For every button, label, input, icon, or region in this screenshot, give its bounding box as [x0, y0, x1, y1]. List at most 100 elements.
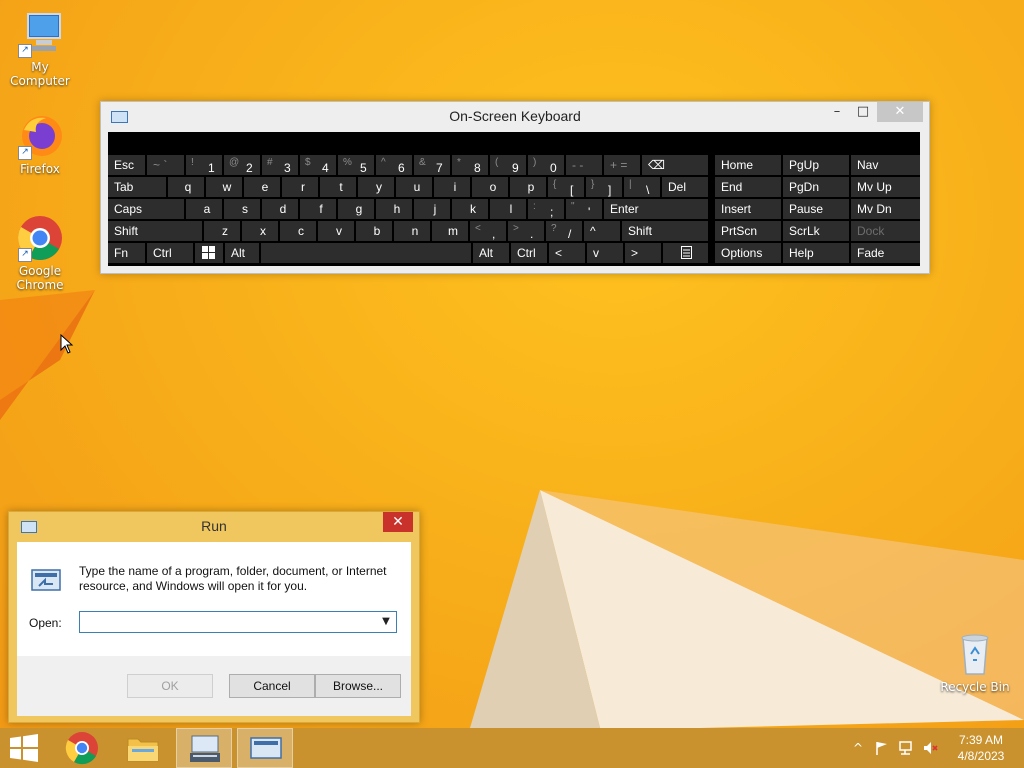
key-7[interactable]: & 7 — [414, 155, 450, 175]
key-scrlk[interactable]: ScrLk — [783, 221, 849, 241]
system-clock[interactable]: 7:39 AM 4/8/2023 — [948, 732, 1014, 764]
key-f[interactable]: f — [300, 199, 336, 219]
key-ctrl-right[interactable]: Ctrl — [511, 243, 547, 263]
key-6[interactable]: ^ 6 — [376, 155, 412, 175]
key-tab[interactable]: Tab — [108, 177, 166, 197]
key-alt-right[interactable]: Alt — [473, 243, 509, 263]
chevron-down-icon[interactable]: ▼ — [378, 614, 394, 630]
key-n[interactable]: n — [394, 221, 430, 241]
key-0[interactable]: ) 0 — [528, 155, 564, 175]
key-e[interactable]: e — [244, 177, 280, 197]
network-icon[interactable] — [898, 740, 914, 756]
browse-button[interactable]: Browse... — [315, 674, 401, 698]
key-period[interactable]: >. — [508, 221, 544, 241]
key-d[interactable]: d — [262, 199, 298, 219]
key-quote[interactable]: " ' — [566, 199, 602, 219]
key-help[interactable]: Help — [783, 243, 849, 263]
key-9[interactable]: (9 — [490, 155, 526, 175]
start-button[interactable] — [0, 728, 48, 768]
key-enter[interactable]: Enter — [604, 199, 708, 219]
key-4[interactable]: $4 — [300, 155, 336, 175]
taskbar-file-explorer[interactable] — [115, 728, 171, 768]
key-pgup[interactable]: PgUp — [783, 155, 849, 175]
key-plus[interactable]: + = — [604, 155, 640, 175]
key-p[interactable]: p — [510, 177, 546, 197]
key-arrow-left[interactable]: < — [549, 243, 585, 263]
desktop-icon-firefox[interactable]: ↗ Firefox — [0, 112, 80, 176]
key-l[interactable]: l — [490, 199, 526, 219]
key-nav[interactable]: Nav — [851, 155, 920, 175]
key-ctrl-left[interactable]: Ctrl — [147, 243, 193, 263]
ok-button[interactable]: OK — [127, 674, 213, 698]
key-comma[interactable]: <, — [470, 221, 506, 241]
key-minus[interactable]: - - — [566, 155, 602, 175]
key-mv-dn[interactable]: Mv Dn — [851, 199, 920, 219]
key-m[interactable]: m — [432, 221, 468, 241]
flag-icon[interactable] — [874, 740, 890, 756]
key-mv-up[interactable]: Mv Up — [851, 177, 920, 197]
key-menu[interactable] — [663, 243, 708, 263]
taskbar-run[interactable] — [237, 728, 293, 768]
open-input[interactable] — [82, 613, 378, 631]
key-right-bracket[interactable]: }] — [586, 177, 622, 197]
key-1[interactable]: ! 1 — [186, 155, 222, 175]
key-z[interactable]: z — [204, 221, 240, 241]
key-h[interactable]: h — [376, 199, 412, 219]
key-c[interactable]: c — [280, 221, 316, 241]
volume-muted-icon[interactable] — [922, 740, 938, 756]
desktop-icon-my-computer[interactable]: ↗ My Computer — [0, 10, 80, 88]
key-tilde[interactable]: ~ ` — [147, 155, 184, 175]
key-w[interactable]: w — [206, 177, 242, 197]
key-caps[interactable]: Caps — [108, 199, 184, 219]
show-hidden-icons-chevron[interactable]: ^ — [850, 740, 866, 756]
key-arrow-right[interactable]: > — [625, 243, 661, 263]
key-2[interactable]: @2 — [224, 155, 260, 175]
taskbar-on-screen-keyboard[interactable] — [176, 728, 232, 768]
key-home[interactable]: Home — [715, 155, 781, 175]
key-i[interactable]: i — [434, 177, 470, 197]
key-slash[interactable]: ? / — [546, 221, 582, 241]
key-g[interactable]: g — [338, 199, 374, 219]
maximize-button[interactable]: □ — [849, 102, 877, 122]
key-pgdn[interactable]: PgDn — [783, 177, 849, 197]
key-fn[interactable]: Fn — [108, 243, 145, 263]
key-j[interactable]: j — [414, 199, 450, 219]
key-alt-left[interactable]: Alt — [225, 243, 259, 263]
key-b[interactable]: b — [356, 221, 392, 241]
key-arrow-down[interactable]: v — [587, 243, 623, 263]
key-a[interactable]: a — [186, 199, 222, 219]
key-5[interactable]: % 5 — [338, 155, 374, 175]
open-combobox[interactable]: ▼ — [79, 611, 397, 633]
key-insert[interactable]: Insert — [715, 199, 781, 219]
key-y[interactable]: y — [358, 177, 394, 197]
key-r[interactable]: r — [282, 177, 318, 197]
key-left-bracket[interactable]: {[ — [548, 177, 584, 197]
key-8[interactable]: * 8 — [452, 155, 488, 175]
key-backspace[interactable]: ⌫ — [642, 155, 708, 175]
key-pause[interactable]: Pause — [783, 199, 849, 219]
minimize-button[interactable]: – — [823, 102, 851, 122]
key-semicolon[interactable]: :; — [528, 199, 564, 219]
key-q[interactable]: q — [168, 177, 204, 197]
key-shift-left[interactable]: Shift — [108, 221, 202, 241]
key-k[interactable]: k — [452, 199, 488, 219]
desktop-icon-google-chrome[interactable]: ↗ Google Chrome — [0, 214, 80, 292]
taskbar-chrome[interactable] — [54, 728, 110, 768]
key-del[interactable]: Del — [662, 177, 708, 197]
key-backslash[interactable]: | \ — [624, 177, 660, 197]
key-o[interactable]: o — [472, 177, 508, 197]
key-prtscn[interactable]: PrtScn — [715, 221, 781, 241]
key-space[interactable] — [261, 243, 471, 263]
close-button[interactable]: ✕ — [877, 102, 923, 122]
key-shift-right[interactable]: Shift — [622, 221, 708, 241]
key-options[interactable]: Options — [715, 243, 781, 263]
key-windows[interactable] — [195, 243, 223, 263]
key-x[interactable]: x — [242, 221, 278, 241]
key-arrow-up[interactable]: ^ — [584, 221, 620, 241]
key-u[interactable]: u — [396, 177, 432, 197]
key-fade[interactable]: Fade — [851, 243, 920, 263]
key-end[interactable]: End — [715, 177, 781, 197]
key-s[interactable]: s — [224, 199, 260, 219]
close-button[interactable]: ✕ — [383, 512, 413, 532]
cancel-button[interactable]: Cancel — [229, 674, 315, 698]
